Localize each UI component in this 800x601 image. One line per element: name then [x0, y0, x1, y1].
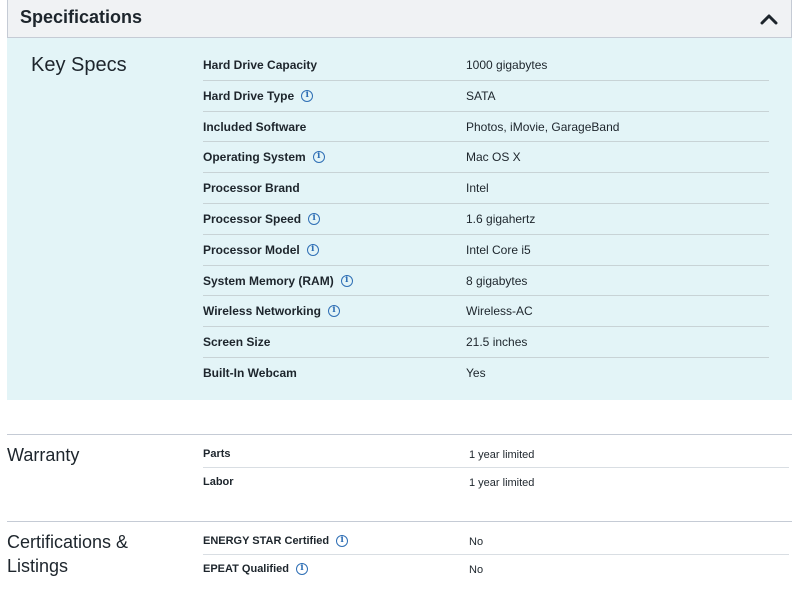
- key-specs-table: Hard Drive Capacity 1000 gigabytes Hard Dr…: [203, 50, 769, 389]
- spec-row: Processor Brand Intel: [203, 173, 769, 204]
- spec-label-wrap: Operating System: [203, 150, 325, 164]
- spec-row: Processor Model Intel Core i5: [203, 235, 769, 266]
- spec-label: System Memory (RAM): [203, 273, 334, 288]
- spec-label: ENERGY STAR Certified: [203, 535, 330, 547]
- spec-label: Labor: [203, 476, 234, 488]
- spec-value: 1000 gigabytes: [466, 58, 548, 72]
- specifications-title: Specifications: [20, 7, 143, 27]
- spec-value: 8 gigabytes: [466, 273, 528, 288]
- info-icon[interactable]: [336, 535, 349, 547]
- spec-row: Hard Drive Type SATA: [203, 81, 769, 112]
- spec-row: EPEAT Qualified No: [203, 555, 789, 583]
- spec-value: No: [469, 536, 484, 548]
- spec-label: Parts: [203, 448, 231, 460]
- spec-label-wrap: Processor Speed: [203, 211, 321, 226]
- certifications-table: ENERGY STAR Certified No EPEAT Qualified No: [203, 527, 789, 583]
- chevron-up-icon[interactable]: [759, 9, 779, 29]
- spec-row: Included Software Photos, iMovie, GarageB…: [203, 112, 769, 143]
- spec-label: Screen Size: [203, 335, 271, 350]
- spec-value: Wireless-AC: [466, 304, 533, 319]
- spec-label: Wireless Networking: [203, 304, 321, 319]
- spec-label-wrap: Built-In Webcam: [203, 366, 297, 380]
- info-icon[interactable]: [308, 212, 321, 225]
- spec-row: ENERGY STAR Certified No: [203, 527, 789, 555]
- spec-label-wrap: Hard Drive Capacity: [203, 58, 317, 72]
- spec-label-wrap: Processor Brand: [203, 181, 300, 195]
- spec-label-wrap: Processor Model: [203, 243, 319, 257]
- spec-row: Processor Speed 1.6 gigahertz: [203, 204, 769, 235]
- certifications-section: Certifications & Listings ENERGY STAR Ce…: [7, 521, 792, 601]
- spec-value: No: [469, 564, 484, 576]
- spec-value: SATA: [466, 88, 496, 103]
- spec-label-wrap: Screen Size: [203, 335, 270, 349]
- key-specs-title: Key Specs: [31, 54, 127, 76]
- spec-label-wrap: System Memory (RAM): [203, 274, 353, 288]
- warranty-table: Parts 1 year limited Labor 1 year limited: [203, 440, 789, 496]
- certifications-title: Certifications & Listings: [7, 532, 129, 576]
- info-icon[interactable]: [340, 274, 353, 287]
- spec-label: Hard Drive Type: [203, 88, 295, 103]
- key-specs-panel: Key Specs Hard Drive Capacity 1000 gigaby…: [7, 38, 792, 400]
- spec-row: Screen Size 21.5 inches: [203, 327, 769, 358]
- specifications-header[interactable]: Specifications: [7, 0, 792, 38]
- spec-value: 1 year limited: [469, 477, 535, 489]
- spec-label: Hard Drive Capacity: [203, 58, 318, 72]
- spec-row: Labor 1 year limited: [203, 468, 789, 496]
- spec-label-wrap: Parts: [203, 448, 231, 460]
- info-icon[interactable]: [301, 89, 314, 102]
- spec-label: Processor Brand: [203, 181, 300, 196]
- spec-label-wrap: Wireless Networking: [203, 304, 340, 318]
- spec-value: 21.5 inches: [466, 335, 528, 350]
- spec-label: Processor Speed: [203, 211, 302, 226]
- spec-row: Operating System Mac OS X: [203, 142, 769, 174]
- spec-value: Photos, iMovie, GarageBand: [466, 119, 620, 134]
- spec-label: Operating System: [203, 150, 306, 165]
- warranty-section: Warranty Parts 1 year limited Labor 1 year …: [7, 434, 792, 521]
- spec-label-wrap: Labor: [203, 476, 234, 488]
- spec-value: 1 year limited: [469, 449, 535, 461]
- spec-value: Mac OS X: [466, 150, 521, 165]
- spec-value: Yes: [466, 365, 486, 380]
- info-icon[interactable]: [306, 243, 319, 256]
- spec-value: Intel Core i5: [466, 242, 531, 257]
- info-icon[interactable]: [312, 151, 325, 164]
- spec-label: Included Software: [203, 119, 307, 134]
- spec-label-wrap: Included Software: [203, 120, 306, 134]
- info-icon[interactable]: [327, 305, 340, 318]
- spec-label: Built-In Webcam: [203, 365, 297, 380]
- spec-row: System Memory (RAM) 8 gigabytes: [203, 266, 769, 297]
- info-icon[interactable]: [295, 563, 308, 575]
- spec-row: Parts 1 year limited: [203, 440, 789, 468]
- spec-value: 1.6 gigahertz: [466, 211, 536, 226]
- spec-label-wrap: Hard Drive Type: [203, 88, 314, 103]
- spec-value: Intel: [466, 181, 489, 196]
- spec-label-wrap: EPEAT Qualified: [203, 563, 308, 575]
- spec-label: Processor Model: [203, 242, 300, 257]
- spec-row: Built-In Webcam Yes: [203, 358, 769, 389]
- warranty-title: Warranty: [7, 445, 80, 465]
- spec-label-wrap: ENERGY STAR Certified: [203, 535, 349, 547]
- spec-label: EPEAT Qualified: [203, 563, 289, 575]
- spec-row: Wireless Networking Wireless-AC: [203, 296, 769, 328]
- spec-row: Hard Drive Capacity 1000 gigabytes: [203, 50, 769, 81]
